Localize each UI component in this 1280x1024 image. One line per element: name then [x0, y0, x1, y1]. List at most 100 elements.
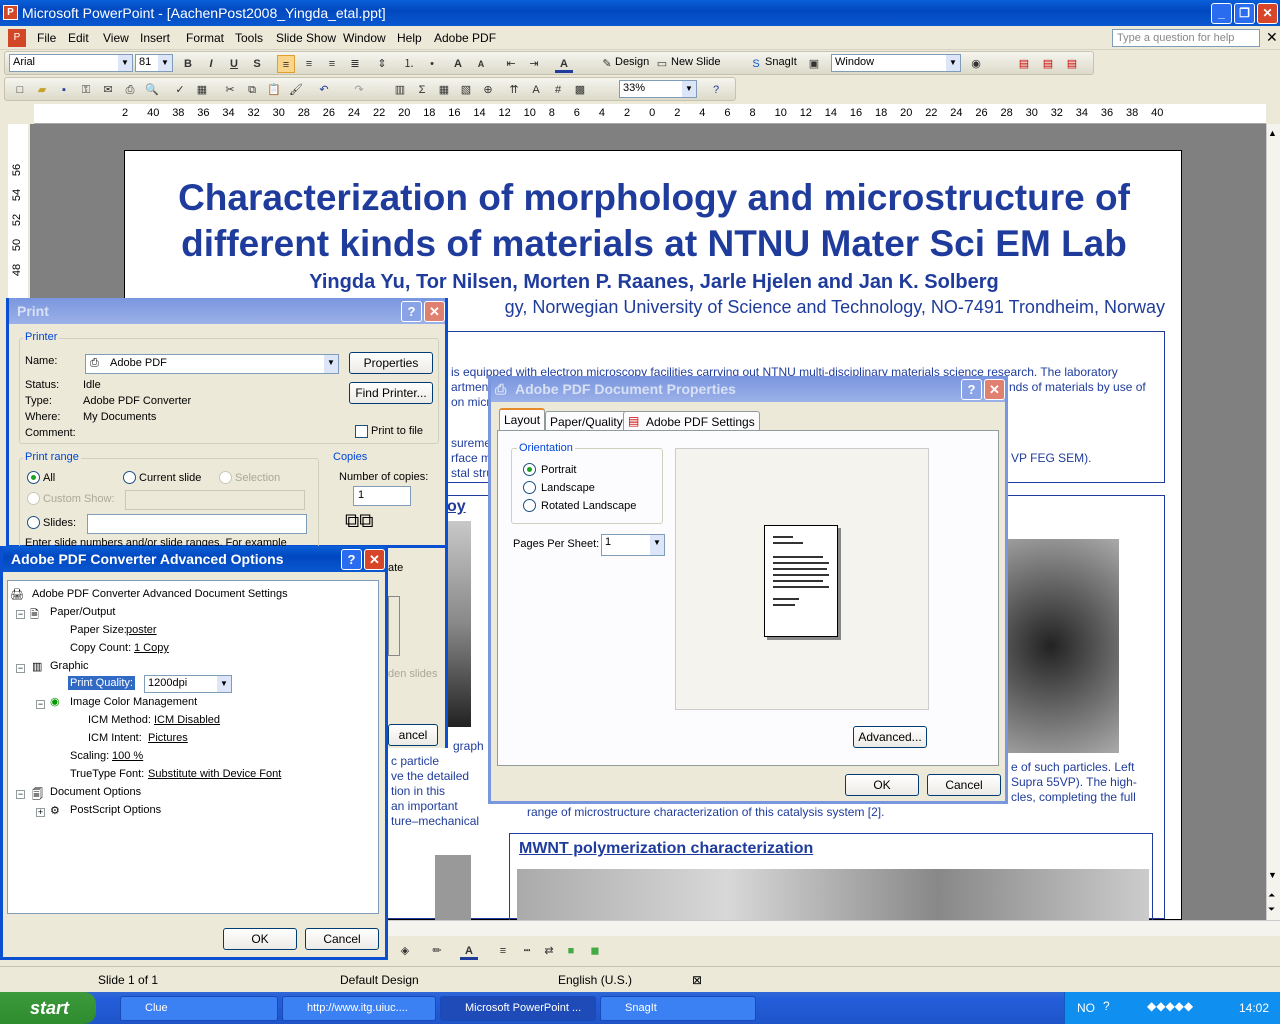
paper-size-value[interactable]: poster	[126, 624, 157, 636]
collapse-icon[interactable]: −	[16, 790, 25, 799]
shadow-style-icon[interactable]: ■	[562, 942, 580, 960]
redo-icon[interactable]: ↷	[350, 81, 368, 99]
copy-icon[interactable]: ⧉	[243, 81, 261, 99]
chevron-down-icon[interactable]: ▼	[650, 535, 664, 555]
numbering-icon[interactable]: ⒈	[400, 55, 418, 73]
chevron-down-icon[interactable]: ▼	[946, 55, 960, 71]
help-button[interactable]: ?	[341, 549, 362, 570]
icm-intent-value[interactable]: Pictures	[148, 732, 188, 744]
find-printer-button[interactable]: Find Printer...	[349, 382, 433, 404]
cut-icon[interactable]: ✂	[221, 81, 239, 99]
insert-picture-icon[interactable]: ▧	[457, 81, 475, 99]
format-painter-icon[interactable]: 🖌	[287, 81, 305, 99]
fill-color-icon[interactable]: ◈	[396, 942, 414, 960]
help-tray-icon[interactable]: ?	[1103, 999, 1110, 1013]
insert-chart-icon[interactable]: ▥	[391, 81, 409, 99]
expand-icon[interactable]: +	[36, 808, 45, 817]
pdf-email-icon[interactable]: ▤	[1039, 55, 1057, 73]
powerpoint-icon[interactable]: P	[3, 5, 18, 20]
permission-icon[interactable]: ⚿	[77, 81, 95, 99]
chevron-down-icon[interactable]: ▼	[682, 81, 696, 97]
next-slide-icon[interactable]: ⏷	[1268, 904, 1275, 915]
tree-document-options[interactable]: Document Options	[50, 786, 141, 798]
align-center-icon[interactable]: ≡	[300, 55, 318, 73]
collapse-icon[interactable]: −	[36, 700, 45, 709]
collapse-icon[interactable]: −	[16, 610, 25, 619]
bold-icon[interactable]: B	[179, 55, 197, 73]
menu-file[interactable]: File	[37, 31, 56, 45]
tree-postscript-options[interactable]: PostScript Options	[70, 804, 161, 816]
insert-table-icon[interactable]: Σ	[413, 81, 431, 99]
align-right-icon[interactable]: ≡	[323, 55, 341, 73]
properties-cancel-button[interactable]: Cancel	[927, 774, 1001, 796]
truetype-value[interactable]: Substitute with Device Font	[148, 768, 281, 780]
pdf-convert-icon[interactable]: ▤	[1015, 55, 1033, 73]
show-formatting-icon[interactable]: A	[527, 81, 545, 99]
advanced-cancel-button[interactable]: Cancel	[305, 928, 379, 950]
help-button[interactable]: ?	[401, 301, 422, 322]
snagit-capture-icon[interactable]: ▣	[805, 55, 823, 73]
previous-slide-icon[interactable]: ⏶	[1268, 890, 1275, 901]
decrease-font-icon[interactable]: A	[472, 55, 490, 73]
snagit-icon[interactable]: S	[747, 55, 765, 73]
copy-count-label[interactable]: Copy Count:	[70, 642, 131, 654]
start-button[interactable]: start	[0, 992, 96, 1024]
tables-borders-icon[interactable]: ▦	[435, 81, 453, 99]
paste-icon[interactable]: 📋	[265, 81, 283, 99]
menu-format[interactable]: Format	[186, 31, 224, 45]
custom-show-select[interactable]	[125, 490, 305, 510]
properties-ok-button[interactable]: OK	[845, 774, 919, 796]
scaling-value[interactable]: 100 %	[112, 750, 143, 762]
font-color-draw-icon[interactable]: A	[460, 942, 478, 960]
print-quality-select[interactable]: 1200dpi ▼	[144, 675, 232, 693]
chevron-down-icon[interactable]: ▼	[324, 355, 338, 373]
hyperlink-icon[interactable]: ⊕	[479, 81, 497, 99]
portrait-radio[interactable]	[523, 463, 536, 476]
snagit-button[interactable]: SnagIt	[765, 56, 797, 68]
custom-show-radio[interactable]	[27, 492, 40, 505]
icm-intent-label[interactable]: ICM Intent:	[88, 732, 142, 744]
close-button[interactable]: ✕	[1257, 3, 1278, 24]
task-browser[interactable]: http://www.itg.uiuc....	[282, 996, 436, 1021]
align-left-icon[interactable]: ≡	[277, 55, 295, 73]
menu-tools[interactable]: Tools	[235, 31, 263, 45]
new-icon[interactable]: □	[11, 81, 29, 99]
slides-input[interactable]	[87, 514, 307, 534]
scroll-down-icon[interactable]: ▼	[1268, 870, 1277, 880]
menu-window[interactable]: Window	[343, 31, 386, 45]
tree-icm[interactable]: Image Color Management	[70, 696, 197, 708]
chevron-down-icon[interactable]: ▼	[118, 55, 132, 71]
chevron-down-icon[interactable]: ▼	[217, 676, 231, 692]
properties-button[interactable]: Properties	[349, 352, 433, 374]
print-icon[interactable]: ⎙	[121, 81, 139, 99]
new-slide-icon[interactable]: ▭	[653, 55, 671, 73]
line-style-icon[interactable]: ≡	[494, 942, 512, 960]
close-button[interactable]: ✕	[364, 549, 385, 570]
italic-icon[interactable]: I	[202, 55, 220, 73]
snagit-mode-combo[interactable]: Window ▼	[831, 54, 961, 72]
tab-paper-quality[interactable]: Paper/Quality	[545, 411, 628, 431]
slides-radio[interactable]	[27, 516, 40, 529]
print-quality-label[interactable]: Print Quality:	[68, 676, 135, 690]
print-cancel-button[interactable]: ancel	[388, 724, 438, 746]
language-indicator[interactable]: NO	[1077, 1001, 1095, 1015]
icm-method-value[interactable]: ICM Disabled	[154, 714, 220, 726]
minimize-button[interactable]: _	[1211, 3, 1232, 24]
undo-icon[interactable]: ↶	[315, 81, 333, 99]
3d-style-icon[interactable]: ◼	[586, 942, 604, 960]
tab-adobe-pdf-settings[interactable]: Adobe PDF Settings ▤	[623, 411, 760, 431]
font-size-combo[interactable]: 81 ▼	[135, 54, 173, 72]
open-icon[interactable]: ▰	[33, 81, 51, 99]
save-icon[interactable]: ▪	[55, 81, 73, 99]
tab-layout[interactable]: Layout	[499, 408, 546, 431]
new-slide-button[interactable]: New Slide	[671, 56, 721, 68]
collapse-icon[interactable]: −	[16, 664, 25, 673]
dash-style-icon[interactable]: ┅	[518, 942, 536, 960]
rotated-landscape-radio[interactable]	[523, 499, 536, 512]
task-powerpoint[interactable]: Microsoft PowerPoint ...	[440, 996, 596, 1021]
print-preview-icon[interactable]: 🔍	[143, 81, 161, 99]
selection-radio[interactable]	[219, 471, 232, 484]
document-icon[interactable]: P	[8, 29, 26, 47]
settings-tree[interactable]: 🖨 Adobe PDF Converter Advanced Document …	[7, 580, 379, 914]
pdf-review-icon[interactable]: ▤	[1063, 55, 1081, 73]
